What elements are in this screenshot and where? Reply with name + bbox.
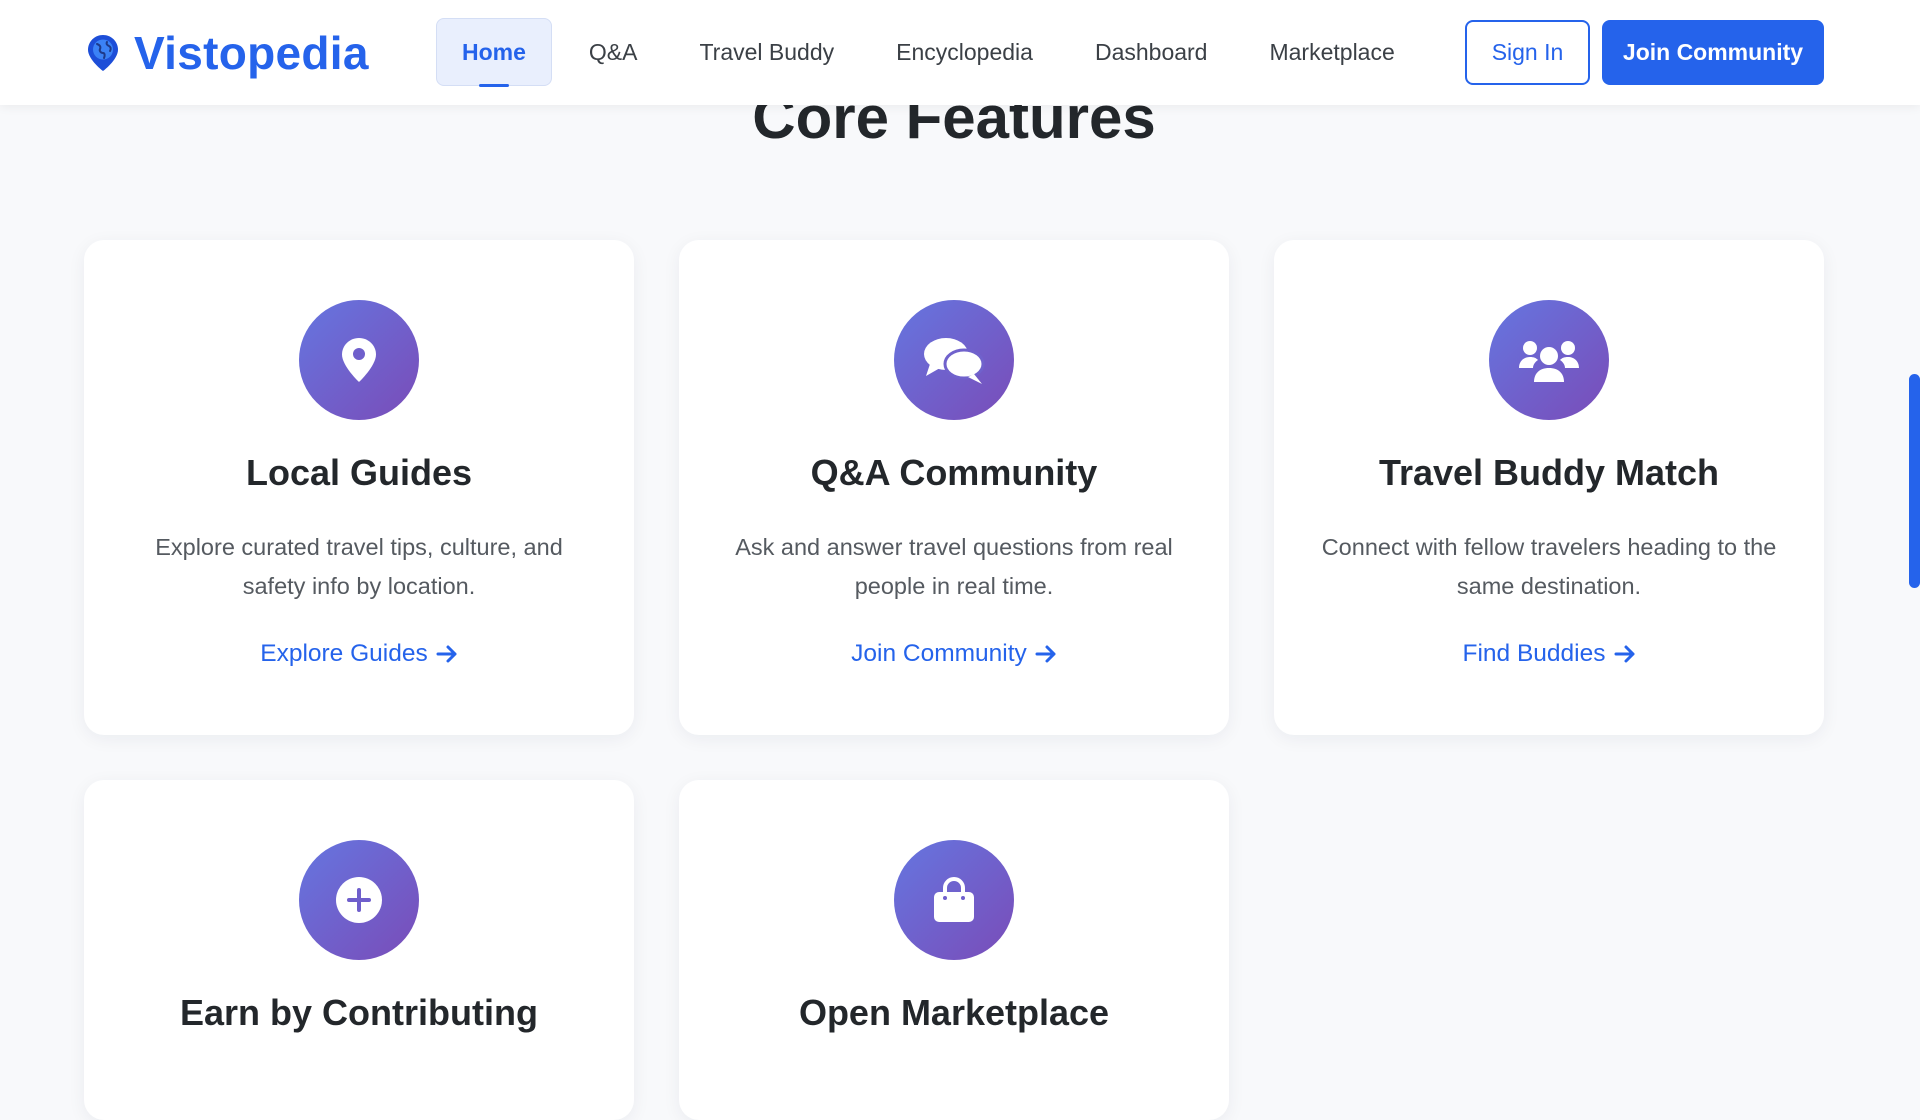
nav-item-marketplace[interactable]: Marketplace	[1244, 18, 1419, 86]
card-link-label: Join Community	[851, 640, 1027, 667]
sign-in-button[interactable]: Sign In	[1465, 20, 1590, 85]
card-title: Open Marketplace	[798, 992, 1110, 1033]
nav-item-encyclopedia[interactable]: Encyclopedia	[871, 18, 1058, 86]
arrow-right-icon	[1035, 645, 1056, 663]
nav-item-home[interactable]: Home	[436, 18, 552, 87]
join-community-button[interactable]: Join Community	[1602, 20, 1824, 85]
card-link-label: Explore Guides	[260, 640, 428, 667]
nav-item-dashboard[interactable]: Dashboard	[1070, 18, 1233, 86]
nav-item-travel-buddy[interactable]: Travel Buddy	[674, 18, 859, 86]
card-title: Earn by Contributing	[180, 992, 538, 1033]
card-description: Ask and answer travel questions from rea…	[735, 534, 1173, 599]
card-title: Q&A Community	[810, 452, 1098, 493]
page-scrollbar-thumb[interactable]	[1909, 374, 1920, 588]
brand-logo-link[interactable]: Vistopedia	[86, 26, 369, 80]
feature-card-earn-by-contributing: Earn by Contributing	[84, 780, 634, 1120]
site-header: Vistopedia Home Q&A Travel Buddy Encyclo…	[0, 0, 1920, 105]
feature-card-local-guides: Local Guides Explore curated travel tips…	[84, 240, 634, 735]
users-icon	[1489, 300, 1609, 420]
arrow-right-icon	[436, 645, 457, 663]
join-community-link[interactable]: Join Community	[679, 640, 1229, 668]
feature-card-qa-community: Q&A Community Ask and answer travel ques…	[679, 240, 1229, 735]
brand-name: Vistopedia	[134, 27, 369, 79]
chat-bubbles-icon	[894, 300, 1014, 420]
arrow-right-icon	[1614, 645, 1634, 663]
find-buddies-link[interactable]: Find Buddies	[1274, 640, 1824, 668]
card-title: Travel Buddy Match	[1378, 452, 1720, 493]
shopping-bag-icon	[894, 840, 1014, 960]
card-description: Connect with fellow travelers heading to…	[1321, 534, 1777, 599]
card-link-label: Find Buddies	[1462, 640, 1606, 667]
main-nav: Home Q&A Travel Buddy Encyclopedia Dashb…	[436, 18, 1432, 87]
globe-pin-icon	[88, 35, 118, 71]
card-description: Explore curated travel tips, culture, an…	[155, 534, 563, 599]
feature-card-open-marketplace: Open Marketplace	[679, 780, 1229, 1120]
nav-item-qa[interactable]: Q&A	[564, 18, 663, 86]
feature-card-travel-buddy-match: Travel Buddy Match Connect with fellow t…	[1274, 240, 1824, 735]
card-title: Local Guides	[245, 452, 473, 493]
explore-guides-link[interactable]: Explore Guides	[84, 640, 634, 668]
plus-circle-icon	[299, 840, 419, 960]
map-pin-icon	[299, 300, 419, 420]
